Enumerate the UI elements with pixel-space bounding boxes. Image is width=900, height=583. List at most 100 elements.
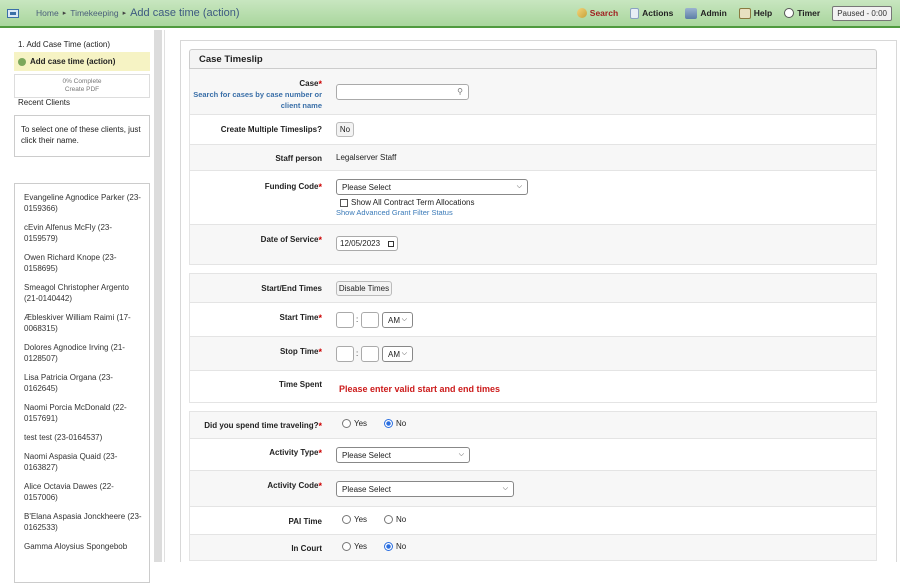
- advanced-grant-filter-link[interactable]: Show Advanced Grant Filter Status: [336, 208, 453, 217]
- client-item[interactable]: Smeagol Christopher Argento (21-0140442): [23, 278, 143, 308]
- start-ampm-select[interactable]: AM ⌵: [382, 312, 413, 328]
- required-marker: *: [318, 79, 322, 89]
- travel-no-option[interactable]: No: [384, 419, 406, 428]
- client-item[interactable]: Dolores Agnodice Irving (21-0128507): [23, 338, 143, 368]
- travel-yes-option[interactable]: Yes: [342, 419, 367, 428]
- in-court-row: In Court Yes No: [189, 535, 877, 561]
- stop-time-row: Stop Time* : AM ⌵: [189, 337, 877, 371]
- radio-button[interactable]: [342, 515, 351, 524]
- case-search-input[interactable]: ⚲: [336, 84, 469, 100]
- start-time-label-group: Start Time*: [190, 303, 330, 336]
- funding-code-select[interactable]: Please Select ⌵: [336, 179, 528, 195]
- pai-no-option[interactable]: No: [384, 515, 406, 524]
- required-marker: *: [318, 481, 322, 491]
- nav-admin-label: Admin: [700, 8, 727, 18]
- step-title: 1. Add Case Time (action): [18, 40, 111, 49]
- stop-minute-input[interactable]: [361, 346, 379, 362]
- staff-row: Staff person Legalserver Staff: [189, 145, 877, 171]
- checkbox[interactable]: [340, 198, 348, 207]
- multi-timeslip-toggle[interactable]: No: [336, 122, 354, 137]
- top-nav-menu: Search Actions Admin Help Timer Paused -…: [576, 5, 900, 21]
- breadcrumb: Home ▸ Timekeeping ▸ Add case time (acti…: [36, 7, 240, 19]
- section-gap: [189, 403, 877, 411]
- sidebar-scrollbar[interactable]: [154, 30, 162, 562]
- client-item[interactable]: B'Elana Aspasia Jonckheere (23-0162533): [23, 507, 143, 537]
- time-spent-row: Time Spent Please enter valid start and …: [189, 371, 877, 403]
- nav-timer-label: Timer: [797, 8, 821, 18]
- chevron-down-icon: ⌵: [401, 316, 407, 323]
- date-of-service-input[interactable]: 12/05/2023: [336, 236, 398, 251]
- radio-button[interactable]: [342, 419, 351, 428]
- create-pdf-link[interactable]: Create PDF: [15, 86, 149, 94]
- nav-search[interactable]: Search: [576, 8, 619, 18]
- app-logo[interactable]: [0, 0, 26, 26]
- nav-actions[interactable]: Actions: [630, 7, 673, 19]
- panel-title: Case Timeslip: [189, 49, 877, 69]
- client-item[interactable]: Naomi Aspasia Quaid (23-0163827): [23, 447, 143, 477]
- recent-clients-heading: Recent Clients: [18, 98, 71, 107]
- breadcrumb-timekeeping[interactable]: Timekeeping: [70, 8, 118, 18]
- travel-label-group: Did you spend time traveling?*: [190, 412, 330, 438]
- activity-type-value: Please Select: [342, 450, 391, 460]
- step-current[interactable]: Add case time (action): [14, 52, 150, 71]
- chevron-down-icon: ⌵: [502, 485, 508, 492]
- radio-button[interactable]: [384, 515, 393, 524]
- case-label-group: Case* Search for cases by case number or…: [190, 69, 330, 114]
- activity-code-label-group: Activity Code*: [190, 471, 330, 506]
- check-icon: [18, 57, 26, 66]
- client-item[interactable]: cEvin Alfenus McFly (23-0159579): [23, 218, 143, 248]
- court-no-option[interactable]: No: [384, 542, 406, 551]
- disable-times-button[interactable]: Disable Times: [336, 281, 392, 296]
- stop-ampm-select[interactable]: AM ⌵: [382, 346, 413, 362]
- activity-code-label: Activity Code: [267, 481, 319, 490]
- top-navbar: Home ▸ Timekeeping ▸ Add case time (acti…: [0, 0, 900, 28]
- client-item[interactable]: Owen Richard Knope (23-0158695): [23, 248, 143, 278]
- client-item[interactable]: Æbleskiver William Raimi (17-0068315): [23, 308, 143, 338]
- required-marker: *: [318, 182, 322, 192]
- funding-label: Funding Code: [264, 182, 319, 191]
- radio-button[interactable]: [342, 542, 351, 551]
- time-colon: :: [356, 315, 359, 324]
- no-label: No: [396, 542, 407, 551]
- no-label: No: [396, 515, 407, 524]
- required-marker: *: [318, 347, 322, 357]
- time-spent-label: Time Spent: [279, 380, 322, 389]
- activity-type-select[interactable]: Please Select ⌵: [336, 447, 470, 463]
- client-item[interactable]: Alice Octavia Dawes (22-0157006): [23, 477, 143, 507]
- pai-time-row: PAI Time Yes No: [189, 507, 877, 535]
- activity-type-label-group: Activity Type*: [190, 439, 330, 470]
- client-item[interactable]: Gamma Aloysius Spongebob: [23, 537, 143, 556]
- start-hour-input[interactable]: [336, 312, 354, 328]
- radio-button-selected[interactable]: [384, 542, 393, 551]
- admin-icon: [685, 7, 698, 19]
- nav-admin[interactable]: Admin: [685, 7, 727, 19]
- pai-yes-option[interactable]: Yes: [342, 515, 367, 524]
- start-end-label: Start/End Times: [261, 284, 322, 293]
- chevron-down-icon: ⌵: [458, 451, 464, 458]
- nav-search-label: Search: [589, 8, 619, 18]
- nav-help[interactable]: Help: [738, 7, 772, 19]
- step-current-label: Add case time (action): [30, 57, 116, 66]
- multi-timeslip-row: Create Multiple Timeslips? No: [189, 115, 877, 145]
- case-row: Case* Search for cases by case number or…: [189, 69, 877, 115]
- activity-code-value: Please Select: [342, 484, 391, 494]
- sidebar: 1. Add Case Time (action) Add case time …: [0, 30, 165, 583]
- timer-status[interactable]: Paused - 0:00: [832, 5, 892, 21]
- activity-code-select[interactable]: Please Select ⌵: [336, 481, 514, 497]
- client-item[interactable]: Evangeline Agnodice Parker (23-0159366): [23, 188, 143, 218]
- travel-row: Did you spend time traveling?* Yes No: [189, 411, 877, 439]
- client-item[interactable]: Lisa Patricia Organa (23-0162645): [23, 368, 143, 398]
- stop-hour-input[interactable]: [336, 346, 354, 362]
- main-content: Case Timeslip Case* Search for cases by …: [180, 40, 897, 562]
- show-all-allocations[interactable]: Show All Contract Term Allocations: [340, 198, 474, 207]
- start-minute-input[interactable]: [361, 312, 379, 328]
- nav-timer[interactable]: Timer: [784, 8, 820, 18]
- start-ampm-value: AM: [388, 315, 400, 325]
- client-item[interactable]: Naomi Porcia McDonald (22-0157691): [23, 398, 143, 428]
- breadcrumb-home[interactable]: Home: [36, 8, 59, 18]
- start-end-row: Start/End Times Disable Times: [189, 273, 877, 303]
- client-item[interactable]: test test (23-0164537): [23, 428, 143, 447]
- calendar-icon: [388, 241, 394, 247]
- court-yes-option[interactable]: Yes: [342, 542, 367, 551]
- radio-button-selected[interactable]: [384, 419, 393, 428]
